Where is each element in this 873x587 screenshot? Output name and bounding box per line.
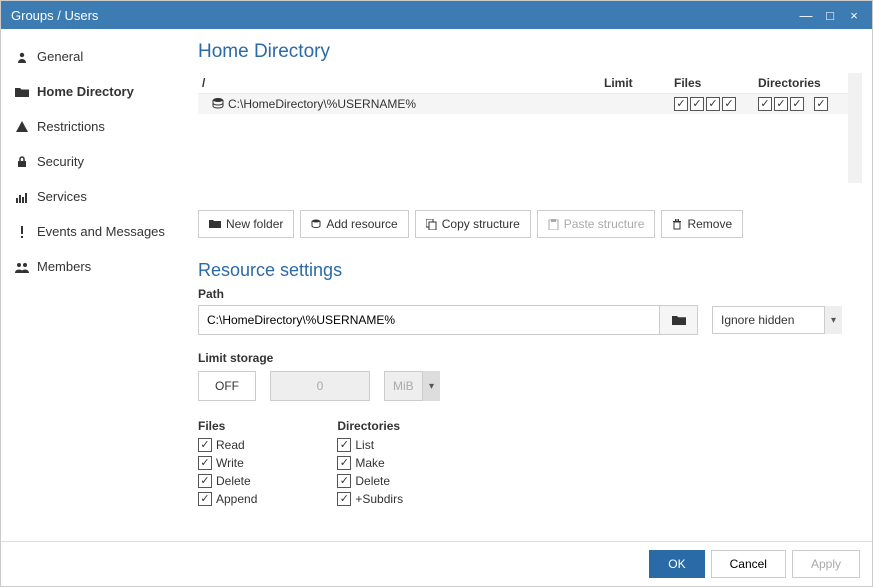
tree-row-path: C:\HomeDirectory\%USERNAME%	[228, 97, 416, 111]
sidebar-item-label: General	[37, 49, 83, 64]
perm-check-write[interactable]: ✓	[198, 456, 212, 470]
tree-file-check[interactable]: ✓	[722, 97, 736, 111]
sidebar-item-security[interactable]: Security	[1, 144, 186, 179]
tree-header-dirs: Directories	[758, 76, 848, 90]
hidden-select[interactable]: Ignore hidden	[712, 306, 842, 334]
folder-icon	[15, 85, 29, 99]
resource-settings-title: Resource settings	[198, 260, 848, 281]
dialog-footer: OK Cancel Apply	[1, 541, 872, 586]
titlebar: Groups / Users — □ ×	[1, 1, 872, 29]
sidebar-item-label: Events and Messages	[37, 224, 165, 239]
close-button[interactable]: ×	[846, 7, 862, 23]
folder-icon	[209, 219, 221, 229]
tree-dir-check[interactable]: ✓	[774, 97, 788, 111]
sidebar-item-label: Members	[37, 259, 91, 274]
path-label: Path	[198, 287, 848, 301]
window-title: Groups / Users	[11, 8, 798, 23]
sidebar-item-home-directory[interactable]: Home Directory	[1, 74, 186, 109]
tree-scrollbar[interactable]	[848, 73, 862, 183]
new-folder-button[interactable]: New folder	[198, 210, 294, 238]
sidebar-item-restrictions[interactable]: Restrictions	[1, 109, 186, 144]
chevron-down-icon: ▾	[422, 371, 440, 401]
chevron-down-icon[interactable]: ▾	[824, 306, 842, 334]
tree-dir-check[interactable]: ✓	[758, 97, 772, 111]
limit-storage-label: Limit storage	[198, 351, 848, 365]
ok-button[interactable]: OK	[649, 550, 704, 578]
apply-button: Apply	[792, 550, 860, 578]
sidebar-item-members[interactable]: Members	[1, 249, 186, 284]
sidebar-item-general[interactable]: General	[1, 39, 186, 74]
tree-file-check[interactable]: ✓	[690, 97, 704, 111]
exclaim-icon	[15, 225, 29, 239]
database-icon	[212, 98, 224, 110]
limit-storage-toggle[interactable]: OFF	[198, 371, 256, 401]
perm-check-make[interactable]: ✓	[337, 456, 351, 470]
perm-check-subdirs[interactable]: ✓	[337, 492, 351, 506]
sidebar-item-label: Home Directory	[37, 84, 134, 99]
perm-check-list[interactable]: ✓	[337, 438, 351, 452]
perm-check-read[interactable]: ✓	[198, 438, 212, 452]
sidebar-item-services[interactable]: Services	[1, 179, 186, 214]
browse-button[interactable]	[660, 305, 698, 335]
tree-header-files: Files	[674, 76, 758, 90]
limit-value-input	[270, 371, 370, 401]
perm-check-dir-delete[interactable]: ✓	[337, 474, 351, 488]
folder-icon	[672, 315, 686, 326]
path-input[interactable]	[198, 305, 660, 335]
sidebar-item-label: Services	[37, 189, 87, 204]
paste-structure-button: Paste structure	[537, 210, 656, 238]
add-resource-button[interactable]: Add resource	[300, 210, 408, 238]
bars-icon	[15, 190, 29, 204]
tree-header-path: /	[198, 76, 604, 90]
group-icon	[15, 260, 29, 274]
tree-toolbar: New folder Add resource Copy structure P…	[198, 210, 848, 238]
user-icon	[15, 50, 29, 64]
warning-icon	[15, 120, 29, 134]
minimize-button[interactable]: —	[798, 7, 814, 23]
cancel-button[interactable]: Cancel	[711, 550, 786, 578]
sidebar-item-label: Restrictions	[37, 119, 105, 134]
copy-structure-button[interactable]: Copy structure	[415, 210, 531, 238]
copy-icon	[426, 219, 437, 230]
remove-button[interactable]: Remove	[661, 210, 743, 238]
perm-check-delete[interactable]: ✓	[198, 474, 212, 488]
tree-row[interactable]: C:\HomeDirectory\%USERNAME% ✓ ✓ ✓ ✓ ✓ ✓ …	[198, 94, 848, 114]
tree-dir-check[interactable]: ✓	[814, 97, 828, 111]
main-panel: Home Directory / Limit Files Directories…	[186, 29, 872, 541]
files-perms-title: Files	[198, 419, 257, 433]
database-icon	[311, 219, 321, 229]
tree-dir-check[interactable]: ✓	[790, 97, 804, 111]
dirs-perms-title: Directories	[337, 419, 403, 433]
maximize-button[interactable]: □	[822, 7, 838, 23]
page-title: Home Directory	[198, 41, 848, 63]
files-perms: Files ✓Read ✓Write ✓Delete ✓Append	[198, 419, 257, 510]
tree-file-check[interactable]: ✓	[674, 97, 688, 111]
paste-icon	[548, 219, 559, 230]
tree-header-limit: Limit	[604, 76, 674, 90]
lock-icon	[15, 155, 29, 169]
dirs-perms: Directories ✓List ✓Make ✓Delete ✓+Subdir…	[337, 419, 403, 510]
tree-header: / Limit Files Directories	[198, 73, 848, 94]
perm-check-append[interactable]: ✓	[198, 492, 212, 506]
tree-file-check[interactable]: ✓	[706, 97, 720, 111]
sidebar-item-label: Security	[37, 154, 84, 169]
resource-tree: / Limit Files Directories C:\HomeDirecto…	[198, 73, 848, 114]
trash-icon	[672, 219, 682, 230]
sidebar: General Home Directory Restrictions Secu…	[1, 29, 186, 541]
sidebar-item-events[interactable]: Events and Messages	[1, 214, 186, 249]
